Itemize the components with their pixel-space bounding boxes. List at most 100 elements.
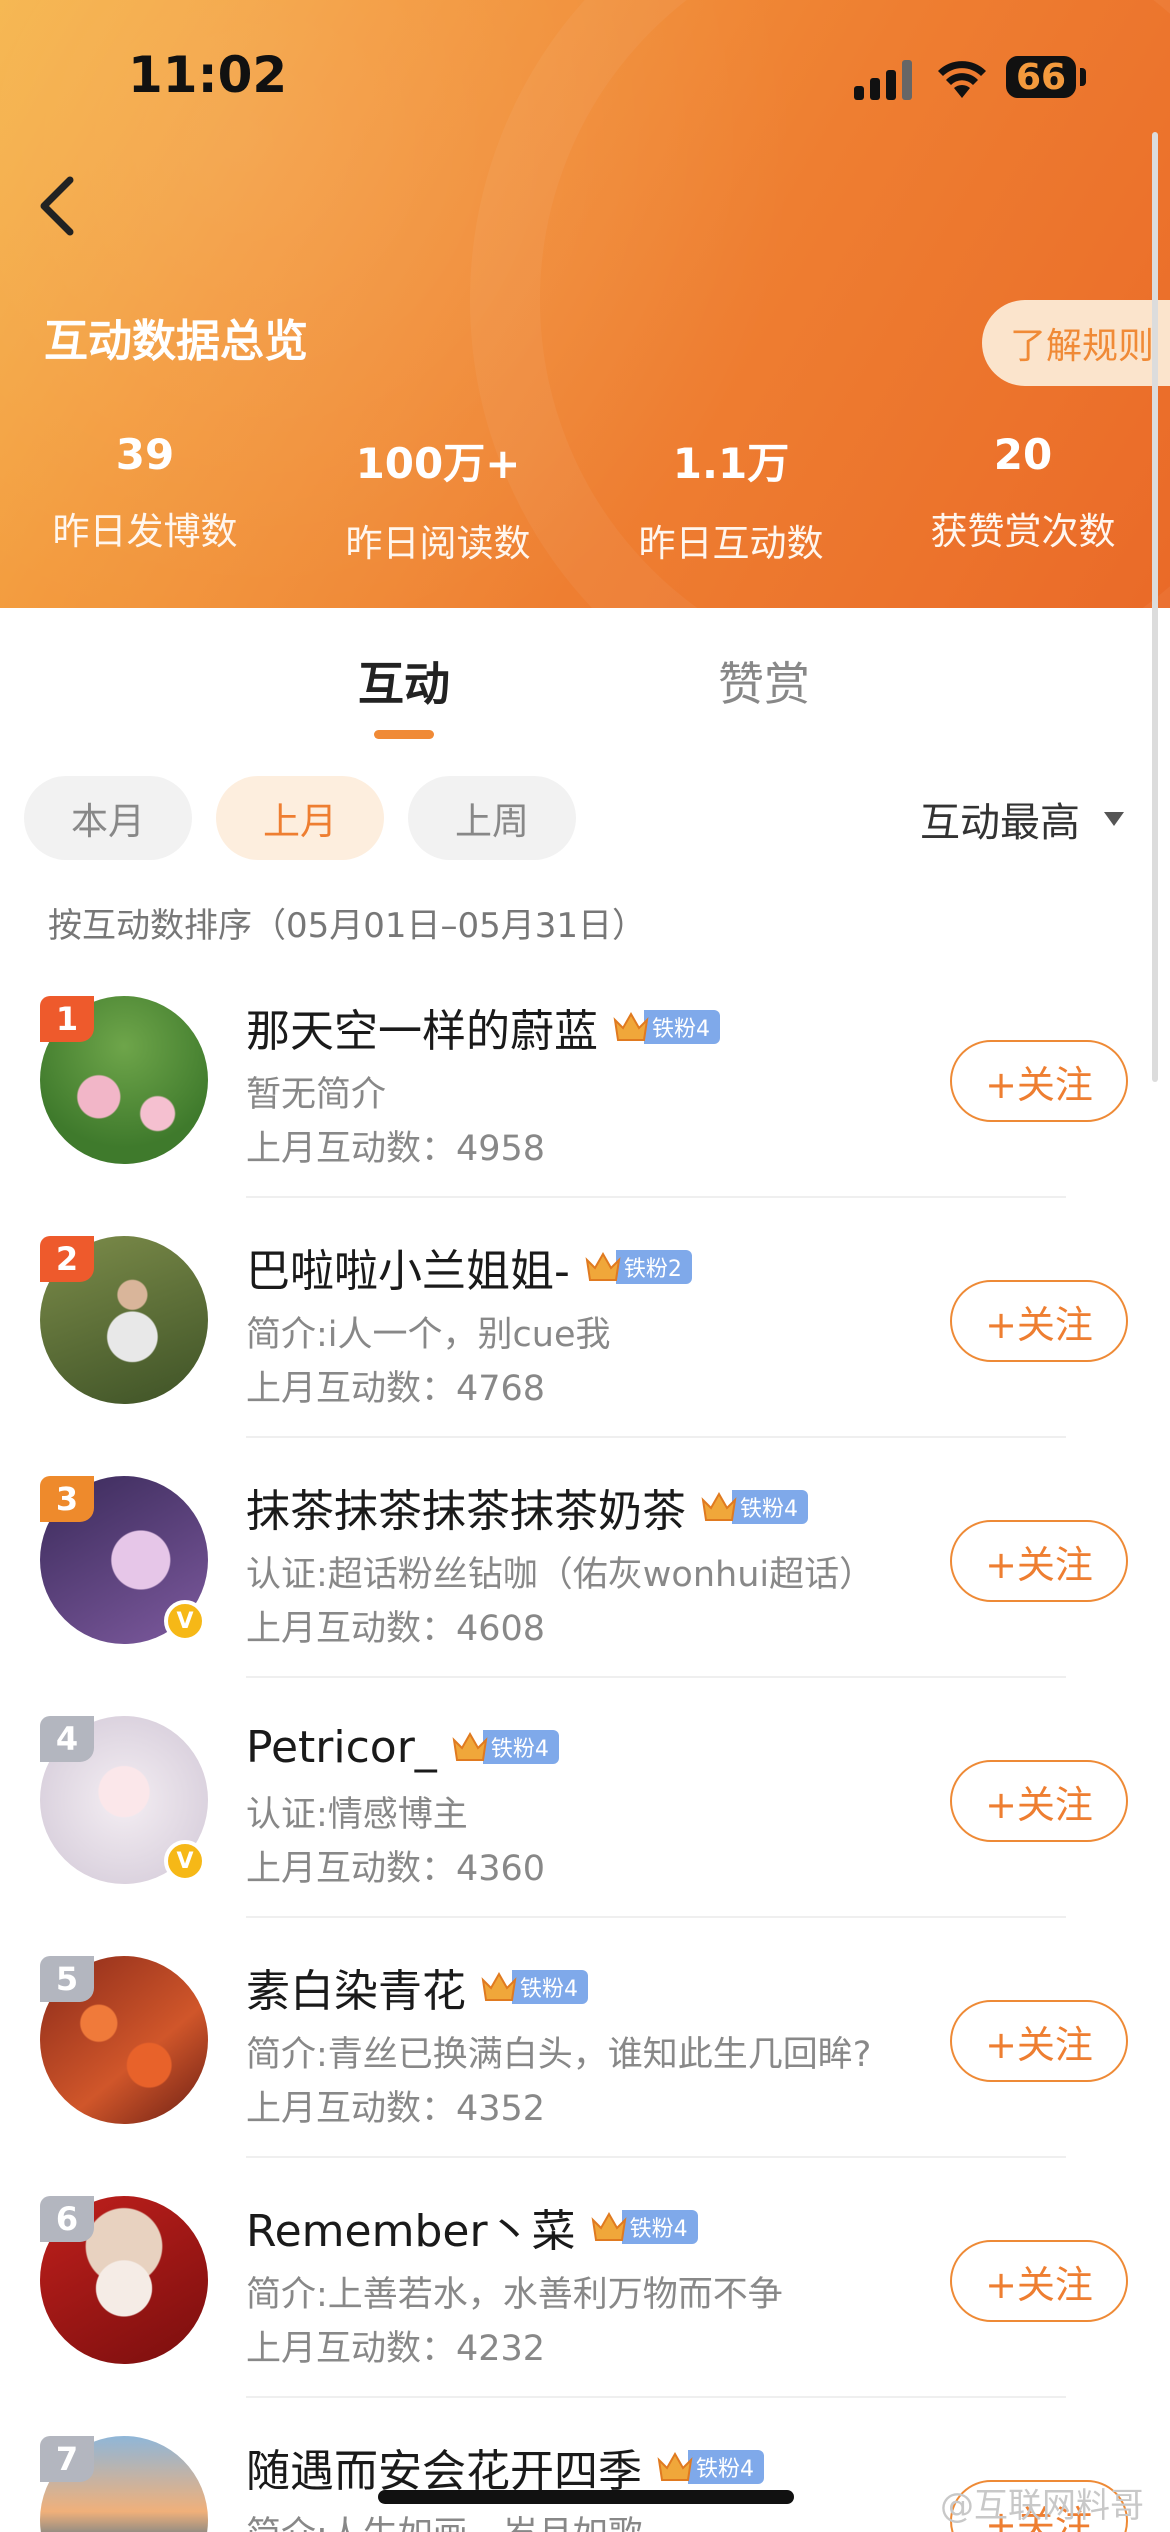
user-bio: 简介:i人一个，别cue我 [246, 1315, 611, 1355]
name-row: 抹茶抹茶抹茶抹茶奶茶 铁粉4 [246, 1476, 808, 1538]
stat-label: 昨日阅读数 [345, 522, 531, 565]
list-item[interactable]: 2 巴啦啦小兰姐姐- 铁粉2 简介:i人一个，别cue我 上月互动数：4768 … [0, 1198, 1170, 1438]
fan-badge: 铁粉4 [612, 1008, 720, 1046]
interaction-count: 上月互动数：4768 [246, 1369, 546, 1409]
interaction-count: 上月互动数：4360 [246, 1849, 546, 1889]
watermark: @互联网料哥 [940, 2486, 1144, 2526]
interaction-count: 上月互动数：4232 [246, 2329, 546, 2369]
verified-icon: V [164, 1840, 206, 1882]
follow-button[interactable]: +关注 [950, 1520, 1128, 1602]
crown-icon [613, 1011, 649, 1041]
user-name[interactable]: 抹茶抹茶抹茶抹茶奶茶 [246, 1475, 686, 1539]
filter-this-month[interactable]: 本月 [24, 776, 192, 860]
filter-last-week[interactable]: 上周 [408, 776, 576, 860]
crown-icon [591, 2211, 627, 2241]
interaction-count: 上月互动数：4958 [246, 1129, 546, 1169]
crown-icon [585, 1251, 621, 1281]
fan-badge: 铁粉4 [480, 1968, 588, 2006]
rank-badge: 7 [40, 2436, 94, 2482]
user-bio: 简介:人生如画，岁月如歌 [246, 2506, 643, 2532]
rules-button[interactable]: 了解规则 [982, 300, 1170, 386]
stat-value: 39 [115, 430, 175, 479]
filter-last-month[interactable]: 上月 [216, 776, 384, 860]
fan-badge: 铁粉2 [584, 1248, 692, 1286]
tab-active-indicator [374, 730, 434, 739]
fan-badge-label: 铁粉4 [621, 2210, 698, 2244]
list-item[interactable]: 4 V Petricor_ 铁粉4 认证:情感博主 上月互动数：4360 +关注 [0, 1678, 1170, 1918]
stat-label: 昨日互动数 [638, 522, 824, 565]
cellular-signal-icon [854, 58, 916, 100]
scrollbar[interactable] [1152, 132, 1158, 1082]
back-arrow-icon[interactable] [30, 170, 90, 240]
battery-icon: 66 [1006, 56, 1076, 98]
rank-badge: 5 [40, 1956, 94, 2002]
home-indicator[interactable] [378, 2490, 794, 2504]
list-item[interactable]: 3 V 抹茶抹茶抹茶抹茶奶茶 铁粉4 认证:超话粉丝钻咖（佑灰wonhui超话）… [0, 1438, 1170, 1678]
fan-badge-label: 铁粉2 [615, 1250, 692, 1284]
crown-icon [657, 2451, 693, 2481]
stat-reads: 100万+ 昨日阅读数 [313, 430, 563, 567]
name-row: 巴啦啦小兰姐姐- 铁粉2 [246, 1236, 692, 1298]
fan-badge-label: 铁粉4 [688, 2450, 764, 2484]
follow-button[interactable]: +关注 [950, 1280, 1128, 1362]
name-row: Remember丶菜 铁粉4 [246, 2196, 698, 2258]
stat-rewards: 20 获赞赏次数 [898, 430, 1148, 555]
user-name[interactable]: 巴啦啦小兰姐姐- [246, 1235, 570, 1299]
rank-badge: 3 [40, 1476, 94, 1522]
header: 11:02 66 互动数据总览 了解规则 39 昨日发博数 100万+ 昨日阅读… [0, 0, 1170, 608]
list-item[interactable]: 1 那天空一样的蔚蓝 铁粉4 暂无简介 上月互动数：4958 +关注 [0, 958, 1170, 1198]
sort-dropdown[interactable]: 互动最高 [920, 790, 1080, 848]
name-row: 素白染青花 铁粉4 [246, 1956, 588, 2018]
stat-interactions: 1.1万 昨日互动数 [606, 430, 856, 567]
follow-button[interactable]: +关注 [950, 2000, 1128, 2082]
fan-badge: 铁粉4 [451, 1728, 559, 1766]
user-name[interactable]: Petricor_ [246, 1722, 437, 1773]
stat-label: 获赞赏次数 [930, 510, 1116, 553]
user-bio: 简介:上善若水，水善利万物而不争 [246, 2275, 783, 2315]
fan-badge-label: 铁粉4 [732, 1490, 808, 1524]
name-row: 那天空一样的蔚蓝 铁粉4 [246, 996, 720, 1058]
fan-badge: 铁粉4 [700, 1488, 808, 1526]
user-name[interactable]: 那天空一样的蔚蓝 [246, 995, 598, 1059]
crown-icon [701, 1491, 737, 1521]
status-time: 11:02 [128, 46, 288, 104]
rank-badge: 4 [40, 1716, 94, 1762]
stat-value: 100万+ [355, 439, 521, 488]
user-bio: 认证:超话粉丝钻咖（佑灰wonhui超话） [246, 1555, 875, 1595]
fan-badge: 铁粉4 [590, 2208, 698, 2246]
page: 11:02 66 互动数据总览 了解规则 39 昨日发博数 100万+ 昨日阅读… [0, 0, 1170, 2532]
user-bio: 简介:青丝已换满白头，谁知此生几回眸? [246, 2035, 872, 2075]
crown-icon [481, 1971, 517, 2001]
rank-badge: 2 [40, 1236, 94, 1282]
stat-label: 昨日发博数 [52, 510, 238, 553]
user-name[interactable]: Remember丶菜 [246, 2195, 576, 2259]
name-row: Petricor_ 铁粉4 [246, 1716, 559, 1778]
interaction-count: 上月互动数：4352 [246, 2089, 546, 2129]
user-bio: 暂无简介 [246, 1075, 387, 1115]
user-bio: 认证:情感博主 [246, 1795, 468, 1835]
stat-value: 1.1万 [672, 439, 790, 488]
interaction-count: 上月互动数：4608 [246, 1609, 546, 1649]
stat-posts: 39 昨日发博数 [20, 430, 270, 555]
status-bar: 11:02 66 [0, 0, 1170, 140]
follow-button[interactable]: +关注 [950, 1760, 1128, 1842]
rank-badge: 6 [40, 2196, 94, 2242]
fan-badge: 铁粉4 [656, 2448, 764, 2486]
battery-tip [1080, 68, 1086, 86]
wifi-icon [938, 61, 986, 98]
stat-value: 20 [993, 430, 1053, 479]
fan-badge-label: 铁粉4 [512, 1970, 588, 2004]
list-item[interactable]: 5 素白染青花 铁粉4 简介:青丝已换满白头，谁知此生几回眸? 上月互动数：43… [0, 1918, 1170, 2158]
overview-title: 互动数据总览 [44, 316, 308, 367]
tab-interaction[interactable]: 互动 [358, 648, 450, 714]
caret-down-icon[interactable] [1104, 812, 1124, 826]
tab-rewards[interactable]: 赞赏 [718, 648, 810, 714]
date-range-text: 按互动数排序（05月01日–05月31日） [48, 906, 647, 946]
user-name[interactable]: 素白染青花 [246, 1955, 466, 2019]
follow-button[interactable]: +关注 [950, 2240, 1128, 2322]
list-item[interactable]: 6 Remember丶菜 铁粉4 简介:上善若水，水善利万物而不争 上月互动数：… [0, 2158, 1170, 2398]
fan-badge-label: 铁粉4 [482, 1730, 559, 1764]
crown-icon [452, 1731, 488, 1761]
name-row: 随遇而安会花开四季 铁粉4 [246, 2436, 764, 2498]
follow-button[interactable]: +关注 [950, 1040, 1128, 1122]
